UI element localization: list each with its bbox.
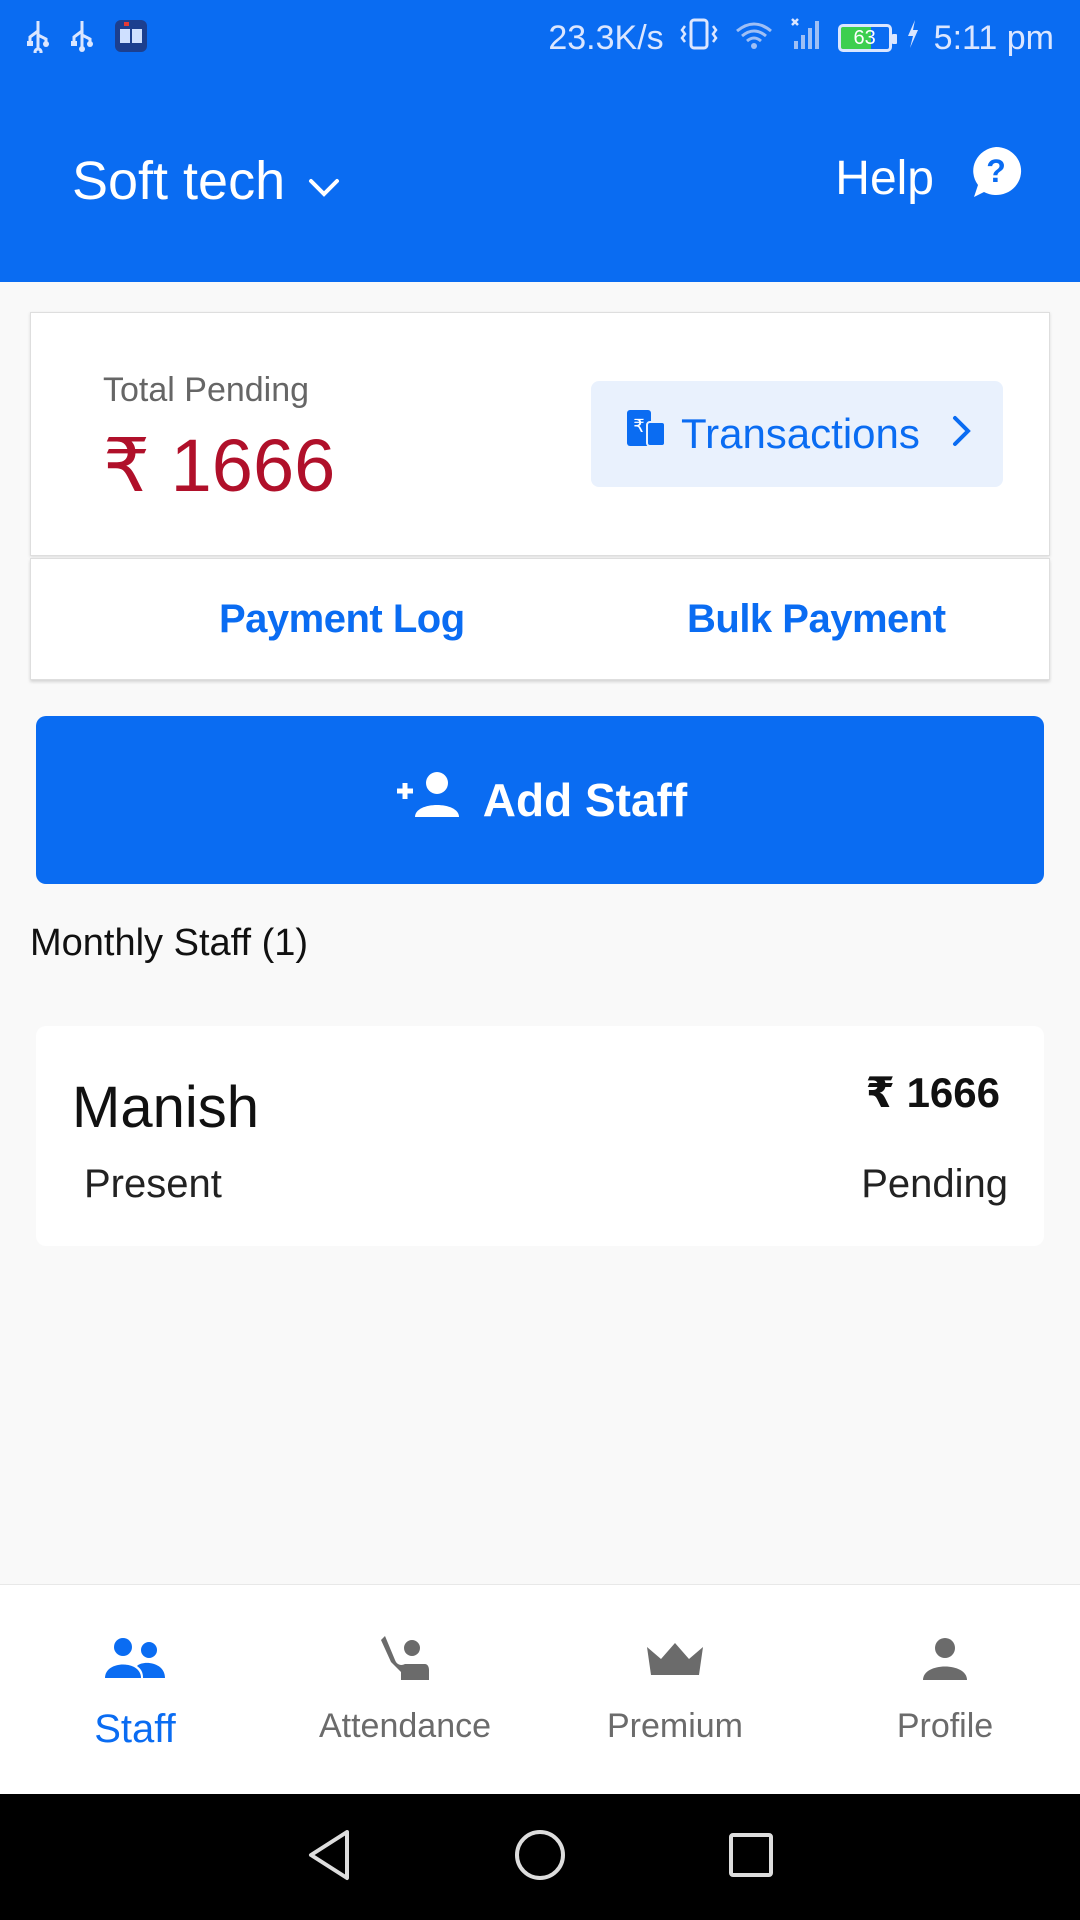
book-app-icon	[114, 19, 148, 58]
nav-staff[interactable]: Staff	[0, 1585, 270, 1794]
app-screen: 23.3K/s 63 5:11 pm Soft tech Help ? Tota…	[0, 0, 1080, 1920]
bulk-payment-link[interactable]: Bulk Payment	[687, 597, 946, 642]
nav-label: Profile	[896, 1707, 994, 1745]
section-title: Monthly Staff (1)	[30, 922, 309, 964]
nav-label: Staff	[94, 1707, 176, 1751]
svg-text:₹: ₹	[633, 416, 644, 437]
transactions-button[interactable]: ₹ Transactions	[591, 381, 1003, 487]
company-selector[interactable]: Soft tech	[72, 150, 341, 212]
chevron-down-icon	[307, 150, 341, 212]
wifi-icon	[734, 17, 774, 60]
add-person-icon	[393, 769, 461, 832]
total-pending-label: Total Pending	[103, 371, 310, 409]
staff-card[interactable]: Manish ₹ 1666 Present Pending	[36, 1026, 1044, 1246]
charging-icon	[906, 19, 920, 58]
nav-profile[interactable]: Profile	[810, 1585, 1080, 1794]
transactions-icon: ₹	[625, 408, 667, 460]
nav-label: Premium	[606, 1707, 744, 1745]
payment-log-link[interactable]: Payment Log	[219, 597, 465, 642]
staff-name: Manish	[72, 1075, 259, 1140]
recents-icon[interactable]	[727, 1831, 775, 1884]
back-icon[interactable]	[305, 1828, 353, 1887]
nav-attendance[interactable]: Attendance	[270, 1585, 540, 1794]
total-pending-amount: ₹ 1666	[103, 424, 336, 507]
payment-actions-card: Payment Log Bulk Payment	[30, 558, 1050, 680]
signal-icon	[788, 17, 824, 60]
bottom-nav: Staff Attendance Premium Profile	[0, 1584, 1080, 1794]
help-button[interactable]: Help ?	[835, 144, 1024, 212]
status-bar: 23.3K/s 63 5:11 pm	[0, 0, 1080, 76]
pending-summary-card: Total Pending ₹ 1666 ₹ Transactions	[30, 312, 1050, 556]
vibrate-icon	[678, 17, 720, 60]
help-label: Help	[835, 151, 934, 205]
attendance-icon	[379, 1631, 431, 1687]
battery-icon: 63	[837, 24, 897, 52]
svg-text:?: ?	[986, 153, 1006, 189]
home-icon[interactable]	[513, 1828, 567, 1887]
app-header: Soft tech Help ?	[0, 76, 1080, 282]
usb-icon	[26, 19, 50, 58]
staff-amount: ₹ 1666	[865, 1069, 1000, 1116]
add-staff-label: Add Staff	[482, 774, 688, 826]
transactions-label: Transactions	[681, 410, 920, 457]
company-name: Soft tech	[72, 151, 286, 211]
usb-icon	[70, 19, 94, 58]
staff-icon	[103, 1631, 167, 1687]
nav-premium[interactable]: Premium	[540, 1585, 810, 1794]
staff-payment-status: Pending	[861, 1162, 1008, 1206]
crown-icon	[645, 1631, 705, 1687]
clock: 5:11 pm	[933, 18, 1054, 57]
system-nav-bar	[0, 1794, 1080, 1920]
chevron-right-icon	[951, 410, 973, 458]
staff-attendance-status: Present	[84, 1162, 222, 1206]
network-speed: 23.3K/s	[548, 18, 664, 57]
help-chat-icon: ?	[968, 144, 1024, 212]
add-staff-button[interactable]: Add Staff	[36, 716, 1044, 884]
profile-icon	[921, 1631, 969, 1687]
nav-label: Attendance	[318, 1707, 492, 1745]
